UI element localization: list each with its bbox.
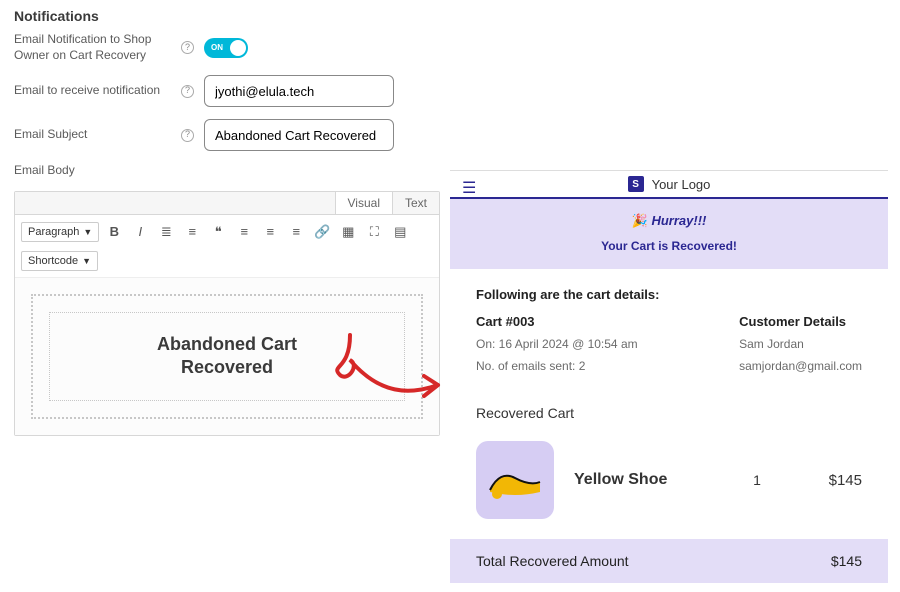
emails-sent: No. of emails sent: 2 <box>476 359 638 373</box>
editor-toolbar: Paragraph▼ B I ≣ ≡ ❝ ≡ ≡ ≡ 🔗 ▦ ⛶ ▤ Short… <box>15 215 439 278</box>
paragraph-select[interactable]: Paragraph▼ <box>21 222 99 242</box>
quote-icon[interactable]: ❝ <box>207 221 229 243</box>
more-icon[interactable]: ▤ <box>389 221 411 243</box>
recovered-message: Your Cart is Recovered! <box>450 239 888 253</box>
following-text: Following are the cart details: <box>476 287 862 302</box>
email-field-label: Email to receive notification ? <box>14 83 204 99</box>
numbered-list-icon[interactable]: ≡ <box>181 221 203 243</box>
tab-text[interactable]: Text <box>392 192 439 214</box>
product-price: $145 <box>792 472 862 489</box>
cart-id: Cart #003 <box>476 314 638 329</box>
align-left-icon[interactable]: ≡ <box>233 221 255 243</box>
help-icon[interactable]: ? <box>181 85 194 98</box>
body-field-label: Email Body <box>14 163 204 179</box>
fullscreen-icon[interactable]: ⛶ <box>363 221 385 243</box>
link-icon[interactable]: 🔗 <box>311 221 333 243</box>
italic-icon[interactable]: I <box>129 221 151 243</box>
toggle-email-owner[interactable]: ON <box>204 38 248 58</box>
help-icon[interactable]: ? <box>181 129 194 142</box>
recovered-cart-header: Recovered Cart <box>476 405 862 421</box>
product-name: Yellow Shoe <box>574 471 722 489</box>
arrow-icon <box>320 330 460 420</box>
product-image <box>476 441 554 519</box>
bold-icon[interactable]: B <box>103 221 125 243</box>
total-value: $145 <box>831 553 862 569</box>
celebrate-icon: 🎉 <box>632 213 648 228</box>
customer-name: Sam Jordan <box>739 337 862 351</box>
customer-header: Customer Details <box>739 314 862 329</box>
customer-email: samjordan@gmail.com <box>739 359 862 373</box>
total-label: Total Recovered Amount <box>476 553 629 569</box>
product-qty: 1 <box>742 472 772 488</box>
help-icon[interactable]: ? <box>181 41 194 54</box>
bullet-list-icon[interactable]: ≣ <box>155 221 177 243</box>
section-title: Notifications <box>14 8 440 24</box>
cart-item-row: Yellow Shoe 1 $145 <box>450 431 888 539</box>
insert-icon[interactable]: ▦ <box>337 221 359 243</box>
logo-icon: S <box>628 176 644 192</box>
subject-input[interactable] <box>204 119 394 151</box>
toggle-label: Email Notification to Shop Owner on Cart… <box>14 32 204 63</box>
email-input[interactable] <box>204 75 394 107</box>
align-center-icon[interactable]: ≡ <box>259 221 281 243</box>
email-preview: ☰ S Your Logo 🎉 Hurray!!! Your Cart is R… <box>450 170 888 583</box>
order-date: On: 16 April 2024 @ 10:54 am <box>476 337 638 351</box>
subject-field-label: Email Subject ? <box>14 127 204 143</box>
hurray-text: Hurray!!! <box>651 213 706 228</box>
shortcode-select[interactable]: Shortcode▼ <box>21 251 98 271</box>
brand-label: Your Logo <box>652 177 711 192</box>
align-right-icon[interactable]: ≡ <box>285 221 307 243</box>
tab-visual[interactable]: Visual <box>335 192 392 214</box>
hamburger-icon[interactable]: ☰ <box>462 178 476 198</box>
